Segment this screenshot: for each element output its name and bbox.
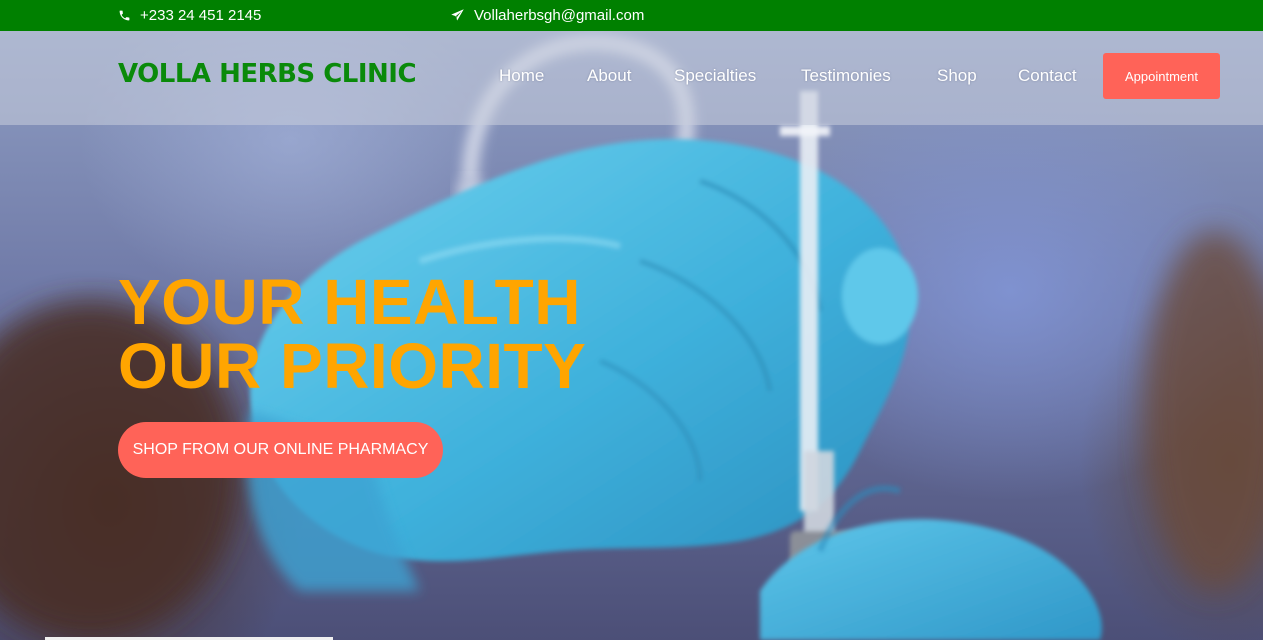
phone-number: +233 24 451 2145 bbox=[140, 7, 262, 24]
hero-headline-line-1: YOUR HEALTH bbox=[118, 266, 581, 338]
phone-icon bbox=[119, 10, 130, 21]
shop-online-pharmacy-button[interactable]: SHOP FROM OUR ONLINE PHARMACY bbox=[118, 422, 443, 478]
nav-about[interactable]: About bbox=[587, 66, 631, 86]
page: +233 24 451 2145 Vollaherbsgh@gmail.com … bbox=[0, 0, 1263, 640]
email-address: Vollaherbsgh@gmail.com bbox=[474, 7, 645, 24]
hero-headline: YOUR HEALTH OUR PRIORITY bbox=[118, 270, 586, 398]
nav-specialties[interactable]: Specialties bbox=[674, 66, 756, 86]
main-navbar: VOLLA HERBS CLINIC Home About Specialtie… bbox=[0, 31, 1263, 125]
top-contact-bar: +233 24 451 2145 Vollaherbsgh@gmail.com bbox=[0, 0, 1263, 31]
nav-home[interactable]: Home bbox=[499, 66, 544, 86]
appointment-button[interactable]: Appointment bbox=[1103, 53, 1220, 99]
nav-shop[interactable]: Shop bbox=[937, 66, 977, 86]
email-contact[interactable]: Vollaherbsgh@gmail.com bbox=[450, 0, 644, 31]
nav-contact[interactable]: Contact bbox=[1018, 66, 1077, 86]
hero-headline-line-2: OUR PRIORITY bbox=[118, 330, 587, 402]
nav-testimonies[interactable]: Testimonies bbox=[801, 66, 891, 86]
paper-plane-icon bbox=[451, 9, 464, 21]
phone-contact[interactable]: +233 24 451 2145 bbox=[118, 0, 261, 31]
brand-logo-text[interactable]: VOLLA HERBS CLINIC bbox=[118, 59, 417, 89]
